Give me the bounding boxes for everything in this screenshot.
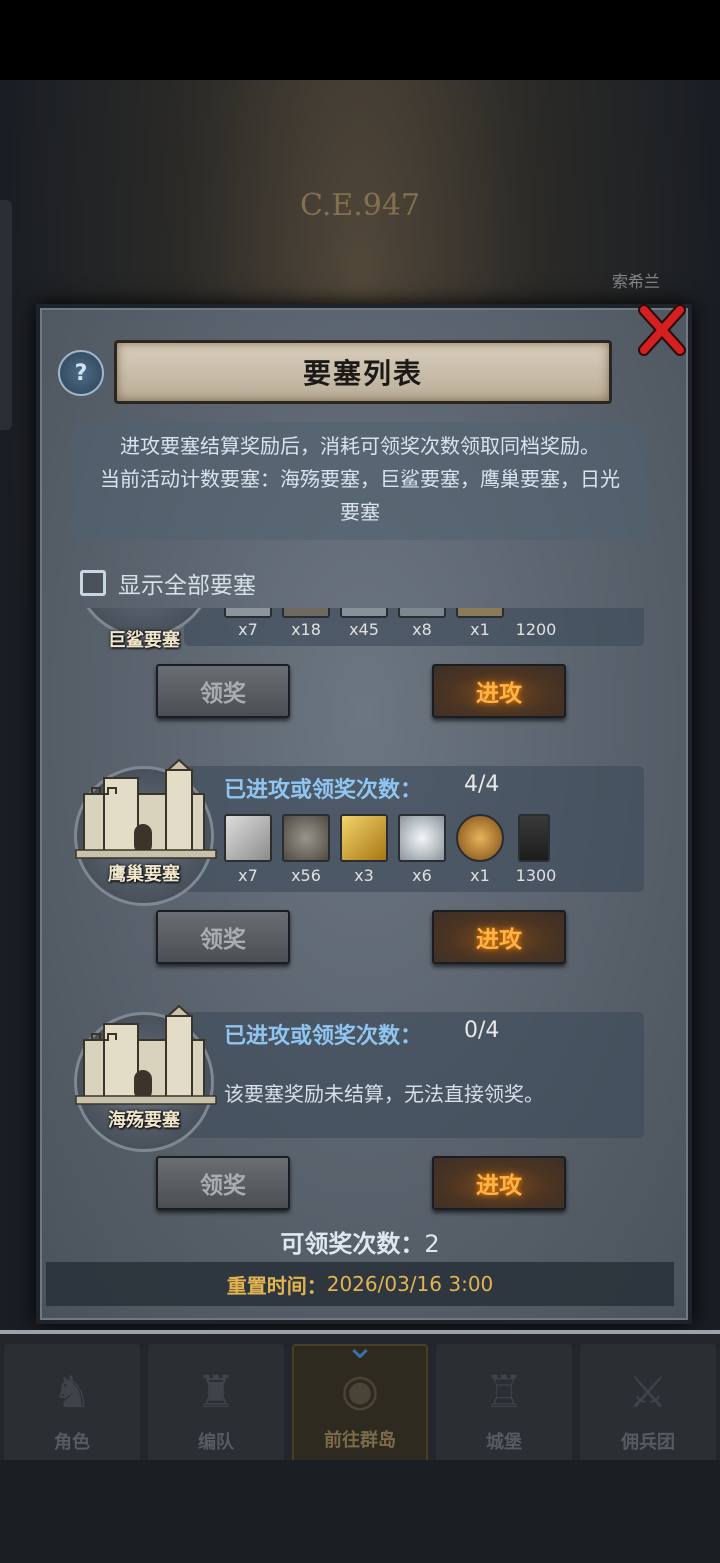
city-label: 索希兰 (612, 272, 661, 291)
armored-knight-icon: ♜ (196, 1367, 236, 1418)
reward-qty: x45 (349, 620, 379, 639)
bronze-medal-icon (456, 814, 504, 862)
mercenary-icon: ⚔ (628, 1367, 668, 1418)
attack-button[interactable]: 进攻 (432, 910, 566, 964)
reset-time-bar: 重置时间： 2026/03/16 3:00 (46, 1262, 674, 1306)
castle-icon (75, 1004, 217, 1105)
show-all-toggle[interactable]: 显示全部要塞 (80, 566, 256, 600)
attack-count-label: 已进攻或领奖次数： (224, 778, 423, 803)
stone-ore-icon (282, 814, 330, 862)
era-label: C.E.947 (299, 188, 421, 223)
reward-item-icon (282, 608, 330, 618)
show-all-checkbox[interactable] (80, 570, 106, 596)
claim-button[interactable]: 领奖 (156, 664, 290, 718)
reward-qty: x7 (238, 866, 258, 885)
attack-button[interactable]: 进攻 (432, 1156, 566, 1210)
globe-icon: ◉ (340, 1365, 380, 1416)
info-box: 进攻要塞结算奖励后，消耗可领奖次数领取同档奖励。 当前活动计数要塞：海殇要塞，巨… (74, 422, 646, 540)
attack-button[interactable]: 进攻 (432, 664, 566, 718)
claim-button[interactable]: 领奖 (156, 1156, 290, 1210)
unsettled-note: 该要塞奖励未结算，无法直接领奖。 (224, 1082, 544, 1106)
fortress-card-sea-sorrow: 海殇要塞 已进攻或领奖次数： 0/4 该要塞奖励未结算，无法直接领奖。 领奖 进… (74, 1004, 644, 1260)
claims-remaining-value: 2 (424, 1230, 440, 1258)
reward-item-icon (224, 608, 272, 618)
reward-qty: 1200 (515, 620, 557, 639)
reward-qty: x7 (238, 620, 258, 639)
close-icon[interactable] (636, 302, 688, 358)
fortress-card-giant-shark: 巨鲨要塞 x7 x18 x45 x8 x1 1200 领奖 进攻 (74, 608, 644, 728)
nav-item-formation[interactable]: ♜ 编队 (148, 1344, 284, 1462)
modal-title-plate: 要塞列表 (114, 340, 612, 404)
claim-button[interactable]: 领奖 (156, 910, 290, 964)
attack-count-value: 4/4 (464, 772, 500, 797)
nav-item-mercenaries[interactable]: ⚔ 佣兵团 (580, 1344, 716, 1462)
reward-qty: x8 (412, 620, 432, 639)
modal-title: 要塞列表 (302, 357, 423, 390)
info-line-2: 当前活动计数要塞：海殇要塞，巨鲨要塞，鹰巢要塞，日光 (100, 467, 620, 491)
info-line-3: 要塞 (340, 500, 380, 524)
fortress-list[interactable]: 巨鲨要塞 x7 x18 x45 x8 x1 1200 领奖 进攻 鹰巢要塞 已进… (44, 608, 676, 1260)
claims-remaining-label: 可领奖次数： (280, 1230, 425, 1258)
reward-item-icon (340, 608, 388, 618)
reward-item-icon (398, 608, 446, 618)
status-bar (0, 0, 720, 80)
chevron-down-icon: ⌄ (344, 1326, 376, 1367)
nav-item-character[interactable]: ♞ 角色 (4, 1344, 140, 1462)
reset-time-label: 重置时间： (226, 1273, 327, 1298)
fortress-name: 鹰巢要塞 (108, 864, 180, 885)
fortress-card-eagle-nest: 鹰巢要塞 已进攻或领奖次数： 4/4 x7 x56 x3 x6 x1 1300 … (74, 758, 644, 1018)
nav-item-label: 角色 (54, 1432, 90, 1453)
info-line-1: 进攻要塞结算奖励后，消耗可领奖次数领取同档奖励。 (120, 434, 600, 458)
reward-qty: x56 (291, 866, 321, 885)
knight-icon: ♞ (52, 1367, 92, 1418)
nav-item-label: 城堡 (486, 1432, 522, 1453)
reputation-banner-icon (518, 814, 550, 862)
nav-item-label: 前往群岛 (324, 1430, 396, 1451)
claims-remaining: 可领奖次数：2 (36, 1224, 684, 1259)
castle-icon: ♖ (484, 1367, 524, 1418)
castle-icon (75, 758, 217, 859)
reward-item-icon (456, 608, 504, 618)
bottom-bar (0, 1460, 720, 1563)
diamond-icon (398, 814, 446, 862)
gold-bars-icon (340, 814, 388, 862)
nav-item-label: 编队 (198, 1432, 234, 1453)
nav-item-castle[interactable]: ♖ 城堡 (436, 1344, 572, 1462)
reward-qty: x1 (470, 620, 490, 639)
reset-time-value: 2026/03/16 3:00 (326, 1272, 494, 1296)
iron-ingot-icon (224, 814, 272, 862)
reward-qty: x18 (291, 620, 321, 639)
show-all-label: 显示全部要塞 (118, 573, 256, 599)
reward-qty: x3 (354, 866, 374, 885)
reward-qty: x6 (412, 866, 432, 885)
attack-count-value: 0/4 (464, 1018, 500, 1043)
nav-item-label: 佣兵团 (621, 1432, 675, 1453)
attack-count-label: 已进攻或领奖次数： (224, 1024, 423, 1049)
fortress-name: 海殇要塞 (108, 1110, 180, 1131)
help-icon[interactable]: ? (58, 350, 104, 396)
reward-qty: x1 (470, 866, 490, 885)
reward-qty: 1300 (515, 866, 557, 885)
side-tab (0, 200, 12, 430)
fortress-name: 巨鲨要塞 (108, 630, 180, 651)
